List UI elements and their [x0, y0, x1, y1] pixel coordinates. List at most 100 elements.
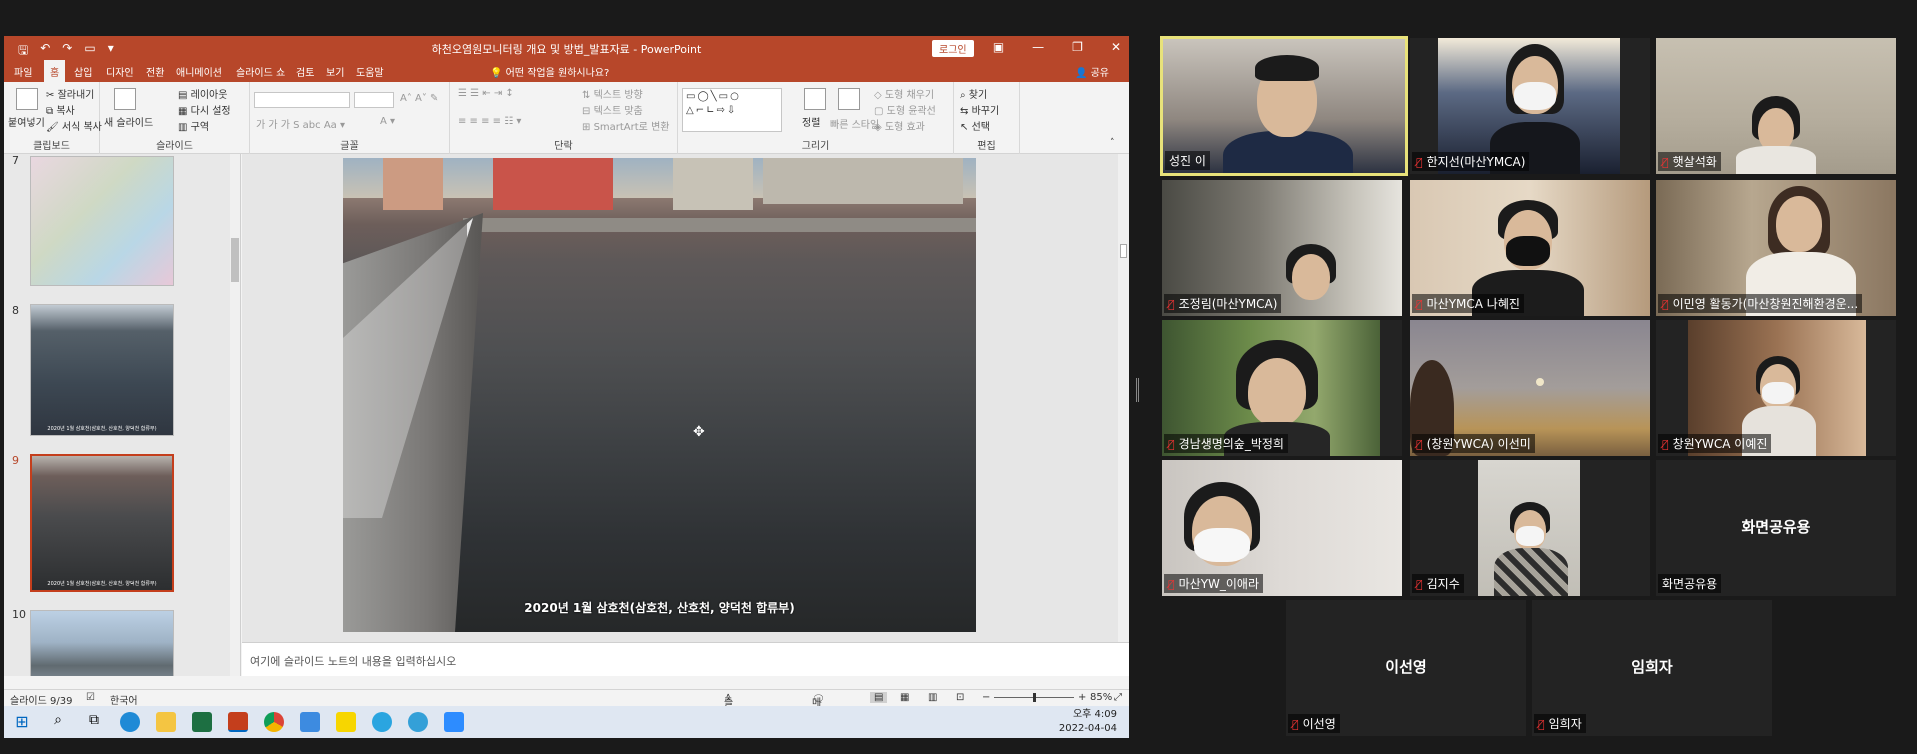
system-clock[interactable]: 오후 4:09 2022-04-04	[1059, 708, 1117, 736]
font-size-combo[interactable]	[354, 92, 394, 108]
tab-help[interactable]: 도움말	[356, 64, 384, 79]
paste-button[interactable]: 붙여넣기	[8, 114, 45, 129]
scrollbar-thumb[interactable]	[231, 238, 239, 282]
share-button[interactable]: 👤 공유	[1075, 64, 1109, 79]
close-icon[interactable]: ✕	[1111, 40, 1121, 54]
app-icon[interactable]	[300, 712, 320, 732]
slideshow-view-icon[interactable]: ⊡	[956, 692, 964, 703]
tab-insert[interactable]: 삽입	[74, 64, 92, 79]
task-view-icon[interactable]: ⧉	[84, 712, 104, 732]
tab-review[interactable]: 검토	[296, 64, 314, 79]
tab-design[interactable]: 디자인	[106, 64, 134, 79]
tab-view[interactable]: 보기	[326, 64, 344, 79]
arrange-icon[interactable]	[804, 88, 826, 110]
zoom-level[interactable]: 85%	[1090, 692, 1112, 703]
font-style-buttons[interactable]: 가 가 가 S abc Aa ▾	[256, 116, 345, 131]
quick-styles-button[interactable]: 빠른 스타일	[830, 116, 879, 131]
participant-tile[interactable]: 🎙̸ 마산YW_이애라	[1162, 460, 1402, 596]
list-buttons-icon[interactable]: ☰ ☰ ⇤ ⇥ ↕	[458, 88, 514, 99]
login-button[interactable]: 로그인	[932, 40, 974, 57]
reset-button[interactable]: ▦ 다시 설정	[178, 102, 231, 117]
tab-animations[interactable]: 애니메이션	[176, 64, 222, 79]
participant-tile[interactable]: 🎙̸ (창원YWCA) 이선미	[1410, 320, 1650, 456]
slide-thumbnail[interactable]: 2020년 1월 삼호천(삼호천, 산호천, 양덕천 합류부)	[30, 304, 174, 436]
zoom-in-icon[interactable]: +	[1078, 692, 1086, 703]
font-family-combo[interactable]	[254, 92, 350, 108]
new-slide-icon[interactable]	[114, 88, 136, 110]
tab-file[interactable]: 파일	[14, 64, 32, 79]
slide-sorter-icon[interactable]: ▦	[900, 692, 909, 703]
arrange-button[interactable]: 정렬	[802, 114, 820, 129]
telegram-icon[interactable]	[372, 712, 392, 732]
tab-home[interactable]: 홈	[44, 60, 66, 82]
smartart-button[interactable]: ⊞ SmartArt로 변환	[582, 118, 669, 133]
replace-button[interactable]: ⇆ 바꾸기	[960, 102, 999, 117]
shape-outline-button[interactable]: ▢ 도형 윤곽선	[874, 102, 936, 117]
internet-explorer-icon[interactable]	[408, 712, 428, 732]
tell-me-search[interactable]: 💡 어떤 작업을 원하시나요?	[490, 64, 609, 79]
zoom-slider-thumb[interactable]	[1033, 693, 1036, 702]
participant-tile[interactable]: 🎙̸ 한지선(마산YMCA)	[1410, 38, 1650, 174]
participant-tile[interactable]: 🎙̸ 마산YMCA 나혜진	[1410, 180, 1650, 316]
text-direction-button[interactable]: ⇅ 텍스트 방향	[582, 86, 643, 101]
participant-tile-no-video[interactable]: 화면공유용 화면공유용	[1656, 460, 1896, 596]
tab-transitions[interactable]: 전환	[146, 64, 164, 79]
font-grow-shrink-icon[interactable]: A˄ A˅ ✎	[400, 93, 438, 104]
thumbnails-scrollbar[interactable]	[230, 154, 240, 676]
participant-tile[interactable]: 🎙̸ 조정림(마산YMCA)	[1162, 180, 1402, 316]
zoom-out-icon[interactable]: −	[982, 692, 990, 703]
cut-button[interactable]: ✂ 잘라내기	[46, 86, 94, 101]
format-painter-button[interactable]: 🖌 서식 복사	[46, 118, 102, 133]
participant-tile[interactable]: 🎙̸ 경남생명의숲_박정희	[1162, 320, 1402, 456]
current-slide[interactable]: 2020년 1월 삼호천(삼호천, 산호천, 양덕천 합류부) ✥	[343, 158, 976, 632]
participant-tile[interactable]: 🎙̸ 이민영 활동가(마산창원진해환경운...	[1656, 180, 1896, 316]
find-button[interactable]: ⌕ 찾기	[960, 86, 987, 101]
kakaotalk-icon[interactable]	[336, 712, 356, 732]
select-button[interactable]: ↖ 선택	[960, 118, 990, 133]
participant-tile[interactable]: 🎙̸ 창원YWCA 이예진	[1656, 320, 1896, 456]
tab-slideshow[interactable]: 슬라이드 쇼	[236, 64, 285, 79]
participant-tile-no-video[interactable]: 이선영 🎙̸ 이선영	[1286, 600, 1526, 736]
ribbon-display-icon[interactable]: ▣	[993, 40, 1004, 54]
font-color-icon[interactable]: A ▾	[380, 116, 395, 127]
zoom-app-icon[interactable]	[444, 712, 464, 732]
collapse-ribbon-icon[interactable]: ˄	[1110, 138, 1115, 148]
zoom-slider[interactable]	[994, 693, 1074, 702]
copy-button[interactable]: ⧉ 복사	[46, 102, 75, 117]
language-indicator[interactable]: 한국어	[110, 692, 138, 707]
chrome-icon[interactable]	[264, 712, 284, 732]
excel-icon[interactable]	[192, 712, 212, 732]
search-icon[interactable]: ⌕	[48, 712, 68, 732]
shape-fill-button[interactable]: ◇ 도형 채우기	[874, 86, 934, 101]
participant-tile-no-video[interactable]: 임희자 🎙̸ 임희자	[1532, 600, 1772, 736]
powerpoint-icon[interactable]	[228, 712, 248, 732]
slide-thumbnail-current[interactable]: 2020년 1월 삼호천(삼호천, 산호천, 양덕천 합류부)	[30, 454, 174, 592]
section-button[interactable]: ▥ 구역	[178, 118, 209, 133]
maximize-icon[interactable]: ❐	[1072, 40, 1083, 54]
slide-thumbnail[interactable]	[30, 156, 174, 286]
split-view-handle[interactable]	[1136, 378, 1139, 402]
participant-tile[interactable]: 🎙̸ 김지수	[1410, 460, 1650, 596]
align-text-button[interactable]: ⊟ 텍스트 맞춤	[582, 102, 643, 117]
paste-icon[interactable]	[16, 88, 38, 110]
new-slide-button[interactable]: 새 슬라이드	[104, 114, 153, 129]
shape-effects-button[interactable]: ◈ 도형 효과	[874, 118, 925, 133]
spellcheck-icon[interactable]: ☑	[86, 692, 95, 703]
editor-scrollbar[interactable]	[1118, 154, 1129, 642]
scrollbar-thumb[interactable]	[1120, 244, 1127, 258]
shapes-gallery[interactable]: ▭◯╲▭○ △⌐∟⇨⇩	[682, 88, 782, 132]
edge-icon[interactable]	[120, 712, 140, 732]
quick-styles-icon[interactable]	[838, 88, 860, 110]
fit-slide-icon[interactable]: ⤢	[1114, 692, 1122, 703]
minimize-icon[interactable]: —	[1032, 40, 1044, 54]
participant-tile-speaking[interactable]: 성진 이	[1160, 36, 1408, 176]
slide-thumbnail[interactable]	[30, 610, 174, 676]
participant-tile[interactable]: 🎙̸ 햇살석화	[1656, 38, 1896, 174]
reading-view-icon[interactable]: ▥	[928, 692, 937, 703]
alignment-buttons-icon[interactable]: ≡ ≡ ≡ ≡ ☷ ▾	[458, 116, 521, 127]
windows-start-icon[interactable]: ⊞	[12, 712, 32, 732]
file-explorer-icon[interactable]	[156, 712, 176, 732]
notes-pane[interactable]: 여기에 슬라이드 노트의 내용을 입력하십시오	[242, 642, 1129, 676]
normal-view-icon[interactable]: ▤	[870, 692, 888, 703]
layout-button[interactable]: ▤ 레이아웃	[178, 86, 227, 101]
